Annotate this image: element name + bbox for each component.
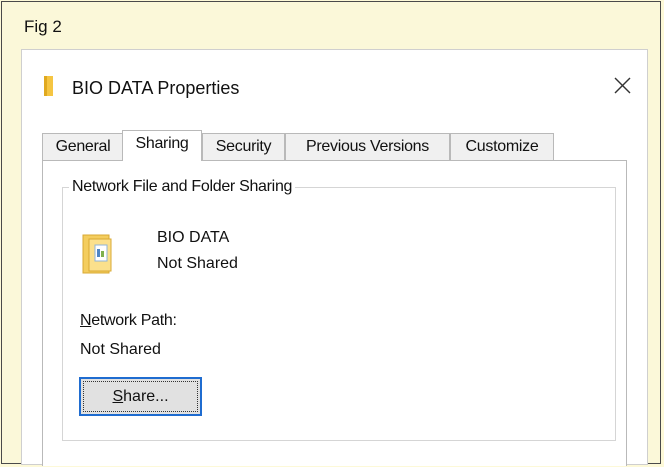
network-path-label-text: etwork Path: bbox=[91, 312, 177, 329]
properties-dialog: BIO DATA Properties General Sharing Secu… bbox=[21, 49, 648, 466]
tab-security[interactable]: Security bbox=[202, 133, 285, 160]
title-bar: BIO DATA Properties bbox=[22, 50, 647, 114]
item-name: BIO DATA bbox=[157, 229, 230, 246]
close-icon[interactable] bbox=[607, 70, 637, 100]
focus-rect bbox=[83, 381, 198, 412]
network-path-value: Not Shared bbox=[80, 341, 161, 358]
sharing-panel: Network File and Folder Sharing BIO DATA… bbox=[42, 160, 627, 466]
tab-previous-versions[interactable]: Previous Versions bbox=[285, 133, 450, 160]
item-status: Not Shared bbox=[157, 255, 238, 272]
folder-icon bbox=[44, 76, 53, 96]
network-path-mnemonic: N bbox=[80, 312, 92, 329]
share-button[interactable]: Share... bbox=[79, 377, 202, 416]
network-path-label: Network Path: bbox=[80, 312, 177, 330]
shared-folder-icon bbox=[82, 234, 112, 274]
tab-customize[interactable]: Customize bbox=[450, 133, 554, 160]
figure-label: Fig 2 bbox=[24, 17, 62, 36]
dialog-title: BIO DATA Properties bbox=[72, 78, 240, 98]
group-title: Network File and Folder Sharing bbox=[69, 178, 296, 196]
tab-general[interactable]: General bbox=[42, 133, 124, 160]
figure-frame: Fig 2 BIO DATA Properties General Sharin… bbox=[1, 1, 661, 466]
network-sharing-group: Network File and Folder Sharing BIO DATA… bbox=[62, 178, 616, 441]
tab-sharing[interactable]: Sharing bbox=[122, 130, 202, 161]
